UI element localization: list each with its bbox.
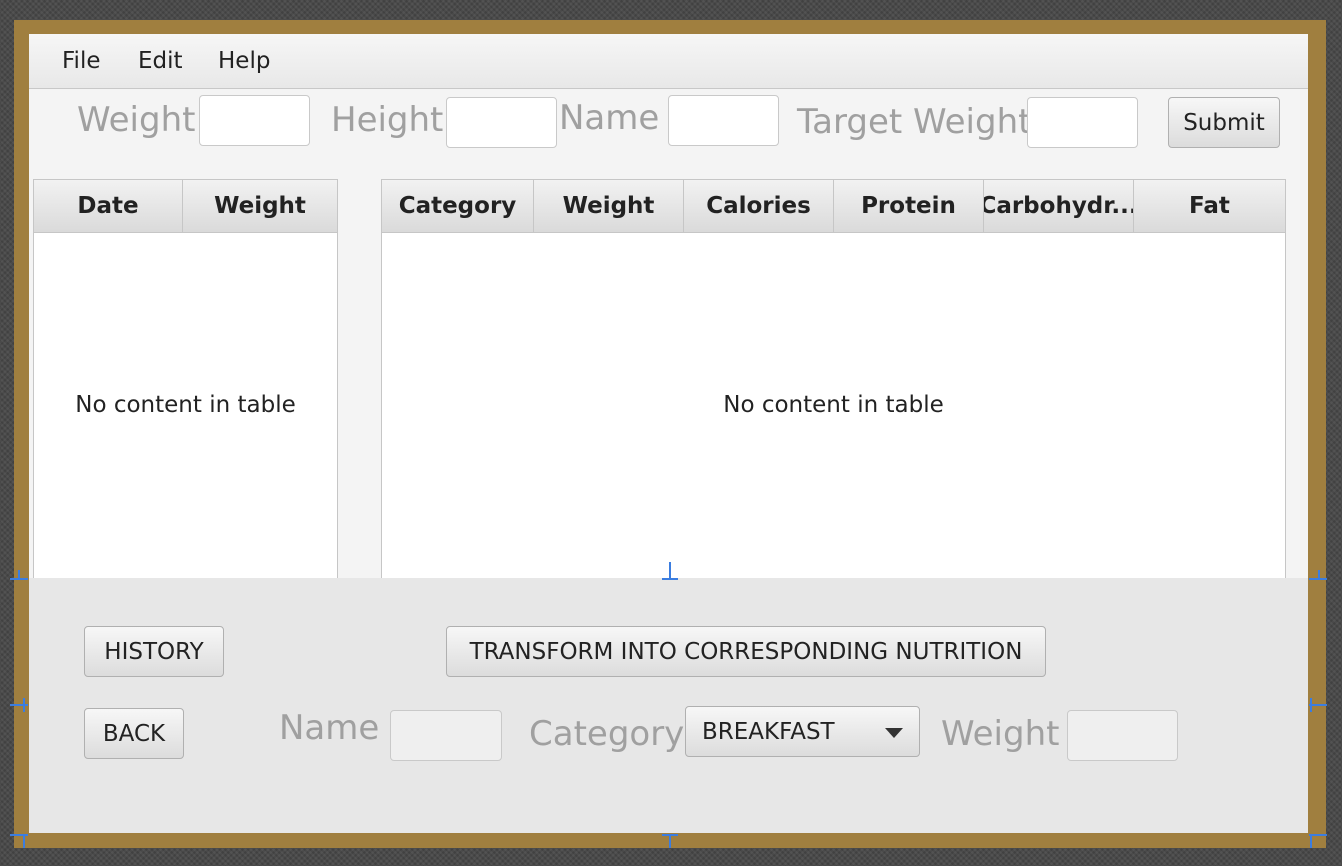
guide-marker xyxy=(10,704,28,706)
guide-marker xyxy=(18,570,20,580)
app-window: File Edit Help Weight Height Name Target… xyxy=(29,34,1308,833)
menu-edit[interactable]: Edit xyxy=(138,48,183,74)
bottom-panel: HISTORY TRANSFORM INTO CORRESPONDING NUT… xyxy=(29,578,1308,833)
history-table-header: Date Weight xyxy=(34,180,337,233)
chevron-down-icon xyxy=(885,728,903,738)
guide-marker xyxy=(669,562,671,578)
submit-button[interactable]: Submit xyxy=(1168,97,1280,148)
guide-marker xyxy=(23,834,25,848)
category-select-value: BREAKFAST xyxy=(702,718,835,745)
guide-marker xyxy=(10,834,28,836)
menu-file[interactable]: File xyxy=(62,48,101,74)
category-label: Category xyxy=(529,714,685,754)
menu-help[interactable]: Help xyxy=(218,48,270,74)
food-name-field[interactable] xyxy=(390,710,502,761)
guide-marker xyxy=(662,578,678,580)
history-table[interactable]: Date Weight No content in table xyxy=(33,179,338,579)
back-button[interactable]: BACK xyxy=(84,708,184,759)
target-weight-field[interactable] xyxy=(1027,97,1138,148)
weight-field[interactable] xyxy=(199,95,310,146)
guide-marker xyxy=(1310,834,1312,848)
food-weight-label: Weight xyxy=(941,714,1060,754)
category-select[interactable]: BREAKFAST xyxy=(685,706,920,757)
transform-button[interactable]: TRANSFORM INTO CORRESPONDING NUTRITION xyxy=(446,626,1046,677)
column-header-protein[interactable]: Protein xyxy=(834,180,984,232)
history-table-empty-message: No content in table xyxy=(75,392,296,418)
column-header-weight[interactable]: Weight xyxy=(183,180,337,232)
column-header-fat[interactable]: Fat xyxy=(1134,180,1285,232)
guide-marker xyxy=(1318,570,1320,580)
column-header-date[interactable]: Date xyxy=(34,180,183,232)
nutrition-table-header: Category Weight Calories Protein Carbohy… xyxy=(382,180,1285,233)
history-button[interactable]: HISTORY xyxy=(84,626,224,677)
column-header-carbohydrates[interactable]: Carbohydr... xyxy=(984,180,1134,232)
height-field[interactable] xyxy=(446,97,557,148)
column-header-weight[interactable]: Weight xyxy=(534,180,684,232)
guide-marker xyxy=(23,698,25,712)
target-weight-label: Target Weight xyxy=(797,102,1032,142)
name-label: Name xyxy=(559,98,660,138)
height-label: Height xyxy=(331,100,444,140)
weight-label: Weight xyxy=(77,100,196,140)
food-weight-field[interactable] xyxy=(1067,710,1178,761)
menu-bar: File Edit Help xyxy=(29,34,1308,89)
nutrition-table[interactable]: Category Weight Calories Protein Carbohy… xyxy=(381,179,1286,579)
name-field[interactable] xyxy=(668,95,779,146)
column-header-calories[interactable]: Calories xyxy=(684,180,834,232)
food-name-label: Name xyxy=(279,708,380,748)
guide-marker xyxy=(1310,698,1312,712)
column-header-category[interactable]: Category xyxy=(382,180,534,232)
nutrition-table-empty-message: No content in table xyxy=(723,392,944,418)
guide-marker xyxy=(669,834,671,848)
